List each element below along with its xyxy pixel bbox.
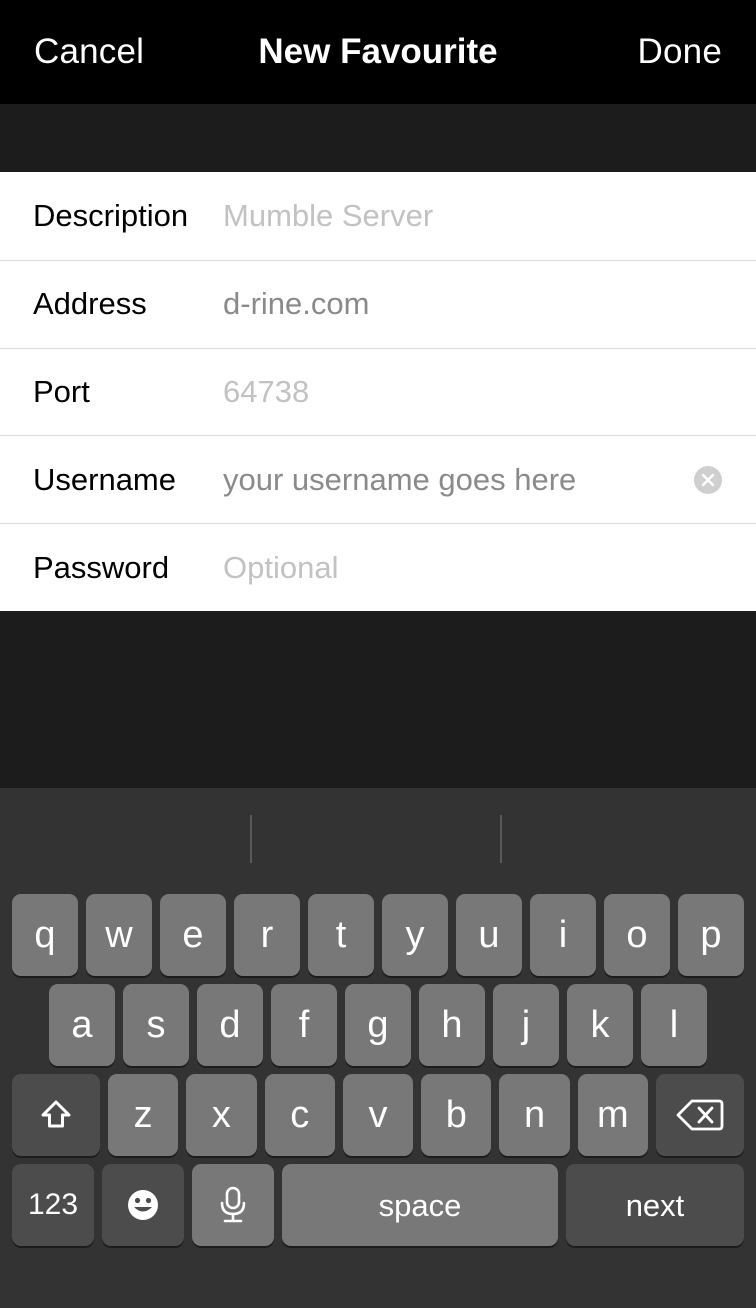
backspace-delete-icon[interactable] bbox=[655, 1074, 744, 1156]
key-j[interactable]: j bbox=[493, 984, 559, 1066]
key-q[interactable]: q bbox=[12, 894, 78, 976]
key-z[interactable]: z bbox=[108, 1074, 179, 1156]
key-r[interactable]: r bbox=[234, 894, 300, 976]
microphone-icon[interactable] bbox=[192, 1164, 274, 1246]
username-label: Username bbox=[33, 461, 176, 497]
clear-text-icon[interactable] bbox=[694, 465, 722, 494]
key-x[interactable]: x bbox=[186, 1074, 257, 1156]
description-label: Description bbox=[33, 197, 189, 233]
keyboard-row-4: 123 space next bbox=[0, 1164, 756, 1246]
cancel-button[interactable]: Cancel bbox=[34, 32, 144, 72]
predictive-divider-left bbox=[250, 815, 252, 863]
key-g[interactable]: g bbox=[345, 984, 411, 1066]
key-f[interactable]: f bbox=[271, 984, 337, 1066]
predictive-divider-right bbox=[500, 815, 502, 863]
form-row-username[interactable]: Username your username goes here bbox=[0, 435, 756, 524]
keyboard-row-2: a s d f g h j k l bbox=[0, 984, 756, 1066]
key-o[interactable]: o bbox=[604, 894, 670, 976]
keyboard-row-3: z x c v b n m bbox=[0, 1074, 756, 1156]
space-key[interactable]: space bbox=[282, 1164, 558, 1246]
form-row-description[interactable]: Description Mumble Server bbox=[0, 172, 756, 260]
phone-screen: Cancel Done New Favourite Description Mu… bbox=[0, 0, 756, 1308]
key-y[interactable]: y bbox=[382, 894, 448, 976]
username-input[interactable]: your username goes here bbox=[223, 462, 694, 498]
port-input[interactable]: 64738 bbox=[223, 374, 740, 410]
key-l[interactable]: l bbox=[641, 984, 707, 1066]
emoji-smiley-icon[interactable] bbox=[102, 1164, 184, 1246]
key-n[interactable]: n bbox=[499, 1074, 570, 1156]
key-k[interactable]: k bbox=[567, 984, 633, 1066]
content-spacer bbox=[0, 611, 756, 788]
done-button[interactable]: Done bbox=[638, 32, 722, 72]
key-e[interactable]: e bbox=[160, 894, 226, 976]
key-h[interactable]: h bbox=[419, 984, 485, 1066]
top-spacer bbox=[0, 104, 756, 172]
numbers-key[interactable]: 123 bbox=[12, 1164, 94, 1246]
key-v[interactable]: v bbox=[342, 1074, 414, 1156]
address-input[interactable]: d-rine.com bbox=[223, 286, 740, 322]
key-a[interactable]: a bbox=[49, 984, 115, 1066]
key-b[interactable]: b bbox=[421, 1074, 492, 1156]
key-c[interactable]: c bbox=[264, 1074, 335, 1156]
password-input[interactable]: Optional bbox=[223, 550, 740, 586]
predictive-text-bar[interactable] bbox=[0, 788, 756, 884]
key-w[interactable]: w bbox=[86, 894, 152, 976]
key-d[interactable]: d bbox=[197, 984, 263, 1066]
onscreen-keyboard: q w e r t y u i o p a s d f g h j k l z … bbox=[0, 788, 756, 1308]
password-label: Password bbox=[33, 549, 170, 585]
port-label: Port bbox=[33, 373, 90, 409]
description-input[interactable]: Mumble Server bbox=[223, 198, 740, 234]
form-row-port[interactable]: Port 64738 bbox=[0, 347, 756, 436]
address-label: Address bbox=[33, 286, 147, 322]
key-s[interactable]: s bbox=[123, 984, 189, 1066]
key-u[interactable]: u bbox=[456, 894, 522, 976]
navigation-bar: Cancel Done bbox=[0, 0, 756, 104]
keyboard-row-1: q w e r t y u i o p bbox=[0, 894, 756, 976]
key-i[interactable]: i bbox=[530, 894, 596, 976]
form-row-address[interactable]: Address d-rine.com bbox=[0, 259, 756, 348]
favourite-form: Description Mumble Server Address d-rine… bbox=[0, 172, 756, 611]
shift-up-arrow-icon[interactable] bbox=[12, 1074, 100, 1156]
key-m[interactable]: m bbox=[577, 1074, 648, 1156]
key-t[interactable]: t bbox=[308, 894, 374, 976]
next-return-key[interactable]: next bbox=[566, 1164, 744, 1246]
form-row-password[interactable]: Password Optional bbox=[0, 523, 756, 611]
key-p[interactable]: p bbox=[678, 894, 744, 976]
